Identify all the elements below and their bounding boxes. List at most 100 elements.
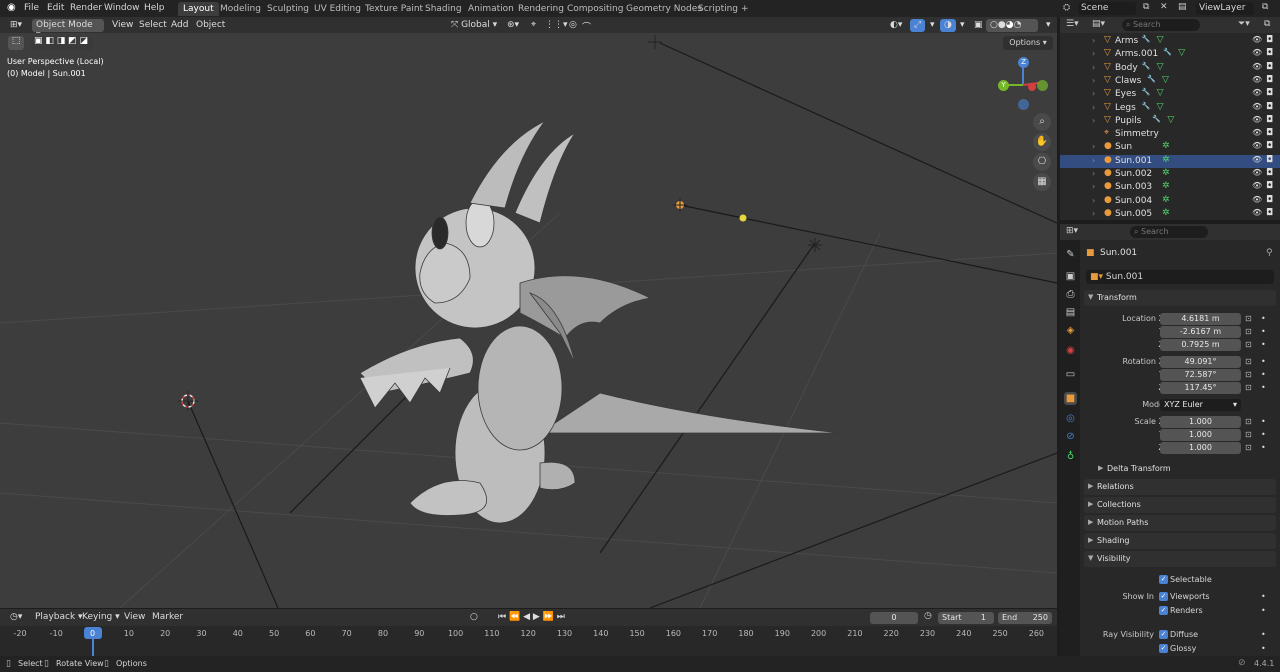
location-y-field[interactable]: -2.6167 m <box>1160 326 1241 338</box>
collection-tab-icon[interactable]: ▭ <box>1064 368 1077 381</box>
lock-rotation-x-icon[interactable]: ⊡ <box>1245 357 1252 366</box>
expand-arrow-icon[interactable]: › <box>1092 196 1095 205</box>
expand-arrow-icon[interactable]: › <box>1092 209 1095 218</box>
lock-location-y-icon[interactable]: ⊡ <box>1245 327 1252 336</box>
overlay-dropdown-icon[interactable]: ▾ <box>956 19 969 32</box>
next-keyframe-icon[interactable]: ⏩ <box>543 612 554 622</box>
keying-menu[interactable]: Keying ▾ <box>78 611 124 624</box>
menu-select[interactable]: Select <box>135 19 171 32</box>
view-layer-tab-icon[interactable]: ▤ <box>1064 306 1077 319</box>
3d-viewport[interactable]: ⬚ ▣ ◧ ◨ ◩ ◪ User Perspective (Local) (0)… <box>0 33 1057 608</box>
expand-arrow-icon[interactable]: › <box>1092 76 1095 85</box>
tab-modeling[interactable]: Modeling <box>215 2 266 16</box>
jump-end-icon[interactable]: ⏭ <box>557 612 565 622</box>
physics-tab-icon[interactable]: ◎ <box>1064 412 1077 425</box>
outliner-item[interactable]: › ▽ Arms 🔧 ▽ 👁 ◘ <box>1060 35 1280 48</box>
filter-icon[interactable]: ⏷▾ <box>1238 19 1250 29</box>
keyframe-dot-icon[interactable]: • <box>1261 443 1266 452</box>
outliner-search-input[interactable]: ⌕ Search <box>1122 19 1200 31</box>
visibility-eye-icon[interactable]: 👁 <box>1252 102 1262 111</box>
lock-location-x-icon[interactable]: ⊡ <box>1245 314 1252 323</box>
light-gizmos[interactable] <box>648 35 822 252</box>
new-view-layer-icon[interactable]: ⧉ <box>1262 2 1268 12</box>
expand-arrow-icon[interactable]: › <box>1092 49 1095 58</box>
visibility-eye-icon[interactable]: 👁 <box>1252 181 1262 190</box>
gizmo-dropdown-icon[interactable]: ▾ <box>926 19 939 32</box>
scale-y-field[interactable]: 1.000 <box>1160 429 1241 441</box>
outliner-item[interactable]: › ● Sun.001 ✲ 👁 ◘ <box>1060 154 1280 168</box>
outliner-item[interactable]: › ● Sun.003 ✲ 👁 ◘ <box>1060 181 1280 194</box>
outliner-item[interactable]: › ▽ Claws 🔧 ▽ 👁 ◘ <box>1060 75 1280 88</box>
mesh-data-icon[interactable]: ▽ <box>1157 102 1164 112</box>
perspective-toggle-icon[interactable]: ▦ <box>1033 173 1051 191</box>
outliner-item[interactable]: › ● Sun.002 ✲ 👁 ◘ <box>1060 168 1280 181</box>
light-data-icon[interactable]: ✲ <box>1162 195 1170 205</box>
preview-range-icon[interactable]: ◷ <box>924 611 932 621</box>
world-tab-icon[interactable]: ◉ <box>1064 344 1077 357</box>
dragon-model[interactable] <box>359 120 841 524</box>
jump-start-icon[interactable]: ⏮ <box>498 612 506 622</box>
zoom-icon[interactable]: ⌕ <box>1033 113 1051 131</box>
light-data-icon[interactable]: ✲ <box>1162 168 1170 178</box>
mesh-data-icon[interactable]: ▽ <box>1167 115 1174 125</box>
modifier-icon[interactable]: 🔧 <box>1152 115 1161 123</box>
timeline-view-menu[interactable]: View <box>120 611 149 624</box>
render-camera-icon[interactable]: ◘ <box>1266 115 1273 125</box>
render-tab-icon[interactable]: ▣ <box>1064 270 1077 283</box>
menu-edit[interactable]: Edit <box>47 3 64 13</box>
lock-scale-z-icon[interactable]: ⊡ <box>1245 443 1252 452</box>
expand-arrow-icon[interactable]: › <box>1092 116 1095 125</box>
transform-panel-header[interactable]: ▼ Transform <box>1084 290 1276 306</box>
keyframe-dot-icon[interactable]: • <box>1261 383 1266 392</box>
prev-keyframe-icon[interactable]: ⏪ <box>509 612 520 622</box>
pan-hand-icon[interactable]: ✋ <box>1033 133 1051 151</box>
render-camera-icon[interactable]: ◘ <box>1266 75 1273 85</box>
keyframe-dot-icon[interactable]: • <box>1261 644 1266 653</box>
rotation-x-field[interactable]: 49.091° <box>1160 356 1241 368</box>
outliner-editor-icon[interactable]: ☰▾ <box>1066 19 1079 29</box>
keyframe-dot-icon[interactable]: • <box>1261 592 1266 601</box>
outliner-item[interactable]: › ▽ Arms.001 🔧 ▽ 👁 ◘ <box>1060 48 1280 61</box>
visibility-eye-icon[interactable]: 👁 <box>1252 128 1262 137</box>
auto-keying-icon[interactable]: ○ <box>466 611 482 624</box>
gizmo-neg-z-axis[interactable] <box>1018 99 1029 110</box>
rendered-shading-icon[interactable]: ◔ <box>1014 20 1022 30</box>
modifier-icon[interactable]: 🔧 <box>1163 48 1172 56</box>
render-camera-icon[interactable]: ◘ <box>1266 48 1273 58</box>
expand-arrow-icon[interactable]: › <box>1092 103 1095 112</box>
render-camera-icon[interactable]: ◘ <box>1266 62 1273 72</box>
light-data-icon[interactable]: ✲ <box>1162 155 1170 165</box>
render-camera-icon[interactable]: ◘ <box>1266 181 1273 191</box>
visibility-eye-icon[interactable]: 👁 <box>1252 195 1262 204</box>
snap-icon[interactable]: ⌖ <box>527 19 540 32</box>
lock-scale-y-icon[interactable]: ⊡ <box>1245 430 1252 439</box>
expand-arrow-icon[interactable]: › <box>1092 182 1095 191</box>
diffuse-checkbox[interactable]: ✓ <box>1159 630 1168 639</box>
new-scene-icon[interactable]: ⧉ <box>1143 2 1149 12</box>
blender-logo-icon[interactable]: ◉ <box>7 2 16 13</box>
timeline-area[interactable]: -20 -10 0 10 20 30 40 50 60 70 80 90 100 110 120 130 140… <box>0 626 1057 656</box>
menu-render[interactable]: Render <box>70 3 102 13</box>
outliner-item[interactable]: › ▽ Legs 🔧 ▽ 👁 ◘ <box>1060 102 1280 115</box>
outliner-item[interactable]: › ▽ Body 🔧 ▽ 👁 ◘ <box>1060 62 1280 75</box>
keyframe-dot-icon[interactable]: • <box>1261 327 1266 336</box>
menu-file[interactable]: File <box>24 3 39 13</box>
scale-x-field[interactable]: 1.000 <box>1160 416 1241 428</box>
render-camera-icon[interactable]: ◘ <box>1266 128 1273 138</box>
tab-compositing[interactable]: Compositing <box>562 2 628 16</box>
tab-rendering[interactable]: Rendering <box>513 2 569 16</box>
scene-selector[interactable]: Scene <box>1078 2 1136 15</box>
properties-editor-icon[interactable]: ⊞▾ <box>1066 226 1078 236</box>
play-icon[interactable]: ▶ <box>533 612 540 622</box>
selectable-checkbox[interactable]: ✓ <box>1159 575 1168 584</box>
render-camera-icon[interactable]: ◘ <box>1266 195 1273 205</box>
keyframe-dot-icon[interactable]: • <box>1261 417 1266 426</box>
keyframe-dot-icon[interactable]: • <box>1261 370 1266 379</box>
tool-tab-icon[interactable]: ✎ <box>1064 248 1077 261</box>
scale-z-field[interactable]: 1.000 <box>1160 442 1241 454</box>
keyframe-dot-icon[interactable]: • <box>1261 630 1266 639</box>
gizmo-y-axis[interactable]: Y <box>998 80 1009 91</box>
render-camera-icon[interactable]: ◘ <box>1266 208 1273 218</box>
location-x-field[interactable]: 4.6181 m <box>1160 313 1241 325</box>
shading-panel-header[interactable]: ▶ Shading <box>1084 533 1276 549</box>
